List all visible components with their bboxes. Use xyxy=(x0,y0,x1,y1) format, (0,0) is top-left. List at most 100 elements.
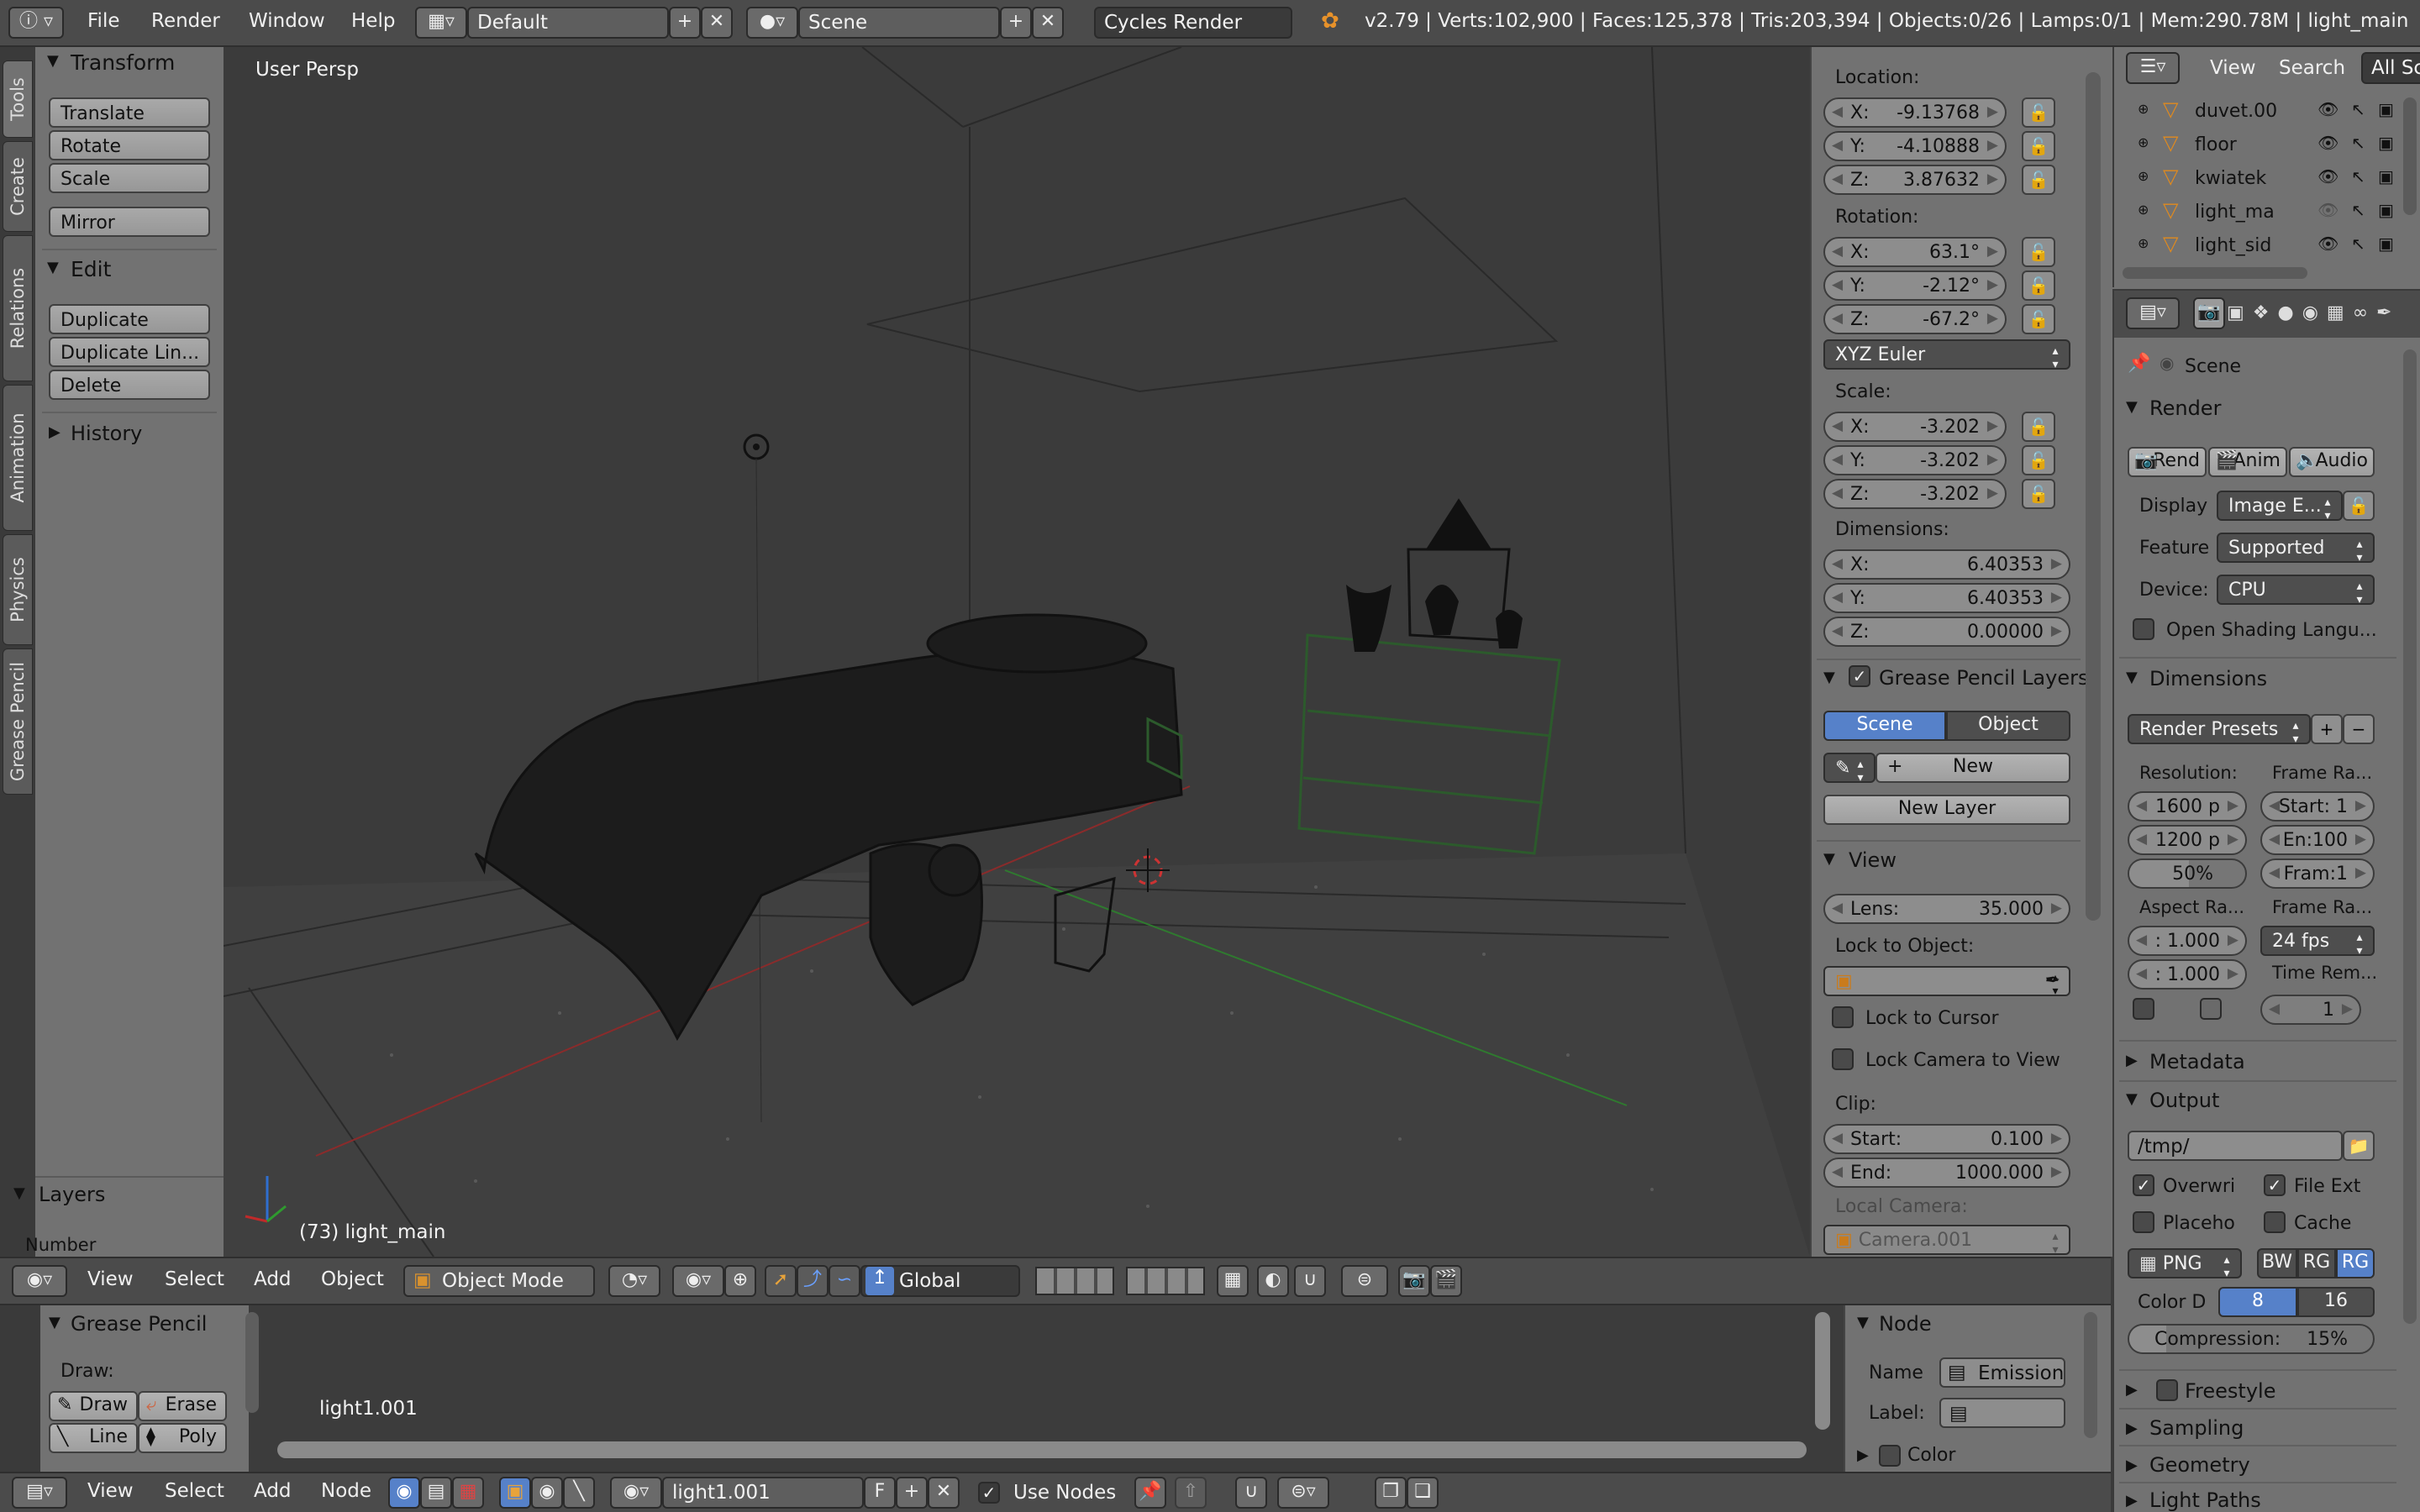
lock-interface-icon[interactable]: 🔓 xyxy=(2343,491,2375,521)
paste-nodes-icon[interactable]: ❑ xyxy=(1407,1477,1439,1509)
resolution-y-field[interactable]: ◀ 1200 p ▶ xyxy=(2128,825,2247,855)
node-menu-add[interactable]: Add xyxy=(254,1480,292,1502)
light-paths-panel-header[interactable]: Light Paths xyxy=(2149,1488,2261,1512)
node-h-scrollbar[interactable] xyxy=(277,1441,1807,1458)
lock-icon[interactable]: 🔓 xyxy=(2022,237,2055,267)
compression-slider[interactable]: Compression: 15% xyxy=(2128,1324,2375,1354)
context-tab-icons[interactable]: ▣❖●◉▦∞✒ xyxy=(2227,302,2400,323)
layout-name-field[interactable]: Default xyxy=(467,7,669,39)
crop-checkbox[interactable] xyxy=(2200,998,2222,1020)
expand-arrow-icon[interactable]: ▶ xyxy=(2126,1381,2138,1399)
collapse-arrow-icon[interactable]: ▼ xyxy=(47,259,59,276)
eyedropper-icon[interactable]: ✒ xyxy=(2045,970,2060,991)
edit-header[interactable]: Edit xyxy=(71,257,111,281)
file-format-select[interactable]: ▦ PNG xyxy=(2128,1248,2242,1278)
node-panel-header[interactable]: Node xyxy=(1879,1312,1932,1336)
manipulator-icon[interactable]: ⊕ xyxy=(724,1265,756,1297)
grease-pencil-layers-checkbox[interactable]: ✓ xyxy=(1849,665,1870,687)
location-x-field[interactable]: ◀ X: -9.13768 ▶ xyxy=(1823,97,2007,128)
outliner-menu-search[interactable]: Search xyxy=(2279,57,2345,79)
object-shader-icon[interactable]: ▣ xyxy=(499,1477,531,1509)
properties-scrollbar[interactable] xyxy=(2403,349,2417,1324)
gp-pencil-icon-select[interactable]: ✎ xyxy=(1823,753,1876,783)
gp-poly-button[interactable]: ⧫ Poly xyxy=(138,1423,227,1453)
rotation-y-field[interactable]: ◀ Y: -2.12° ▶ xyxy=(1823,270,2007,301)
menu-object[interactable]: Object xyxy=(321,1268,384,1290)
npanel-scrollbar[interactable] xyxy=(2086,72,2101,921)
folder-icon[interactable]: 📁 xyxy=(2343,1131,2375,1161)
mode-select[interactable]: ▣ Object Mode xyxy=(403,1265,595,1297)
collapse-arrow-icon[interactable]: ▼ xyxy=(1823,850,1835,868)
remove-layout-icon[interactable]: ✕ xyxy=(701,7,733,39)
scale-manipulator-icon[interactable]: ∽ xyxy=(829,1265,860,1297)
time-remap-field[interactable]: ◀ 1 ▶ xyxy=(2260,995,2361,1025)
collapse-arrow-icon[interactable]: ▼ xyxy=(2126,669,2138,686)
menu-add[interactable]: Add xyxy=(254,1268,292,1290)
material-browse-icon[interactable]: ◉▿ xyxy=(610,1477,662,1509)
tab-grease-pencil[interactable]: Grease Pencil xyxy=(3,648,33,795)
duplicate-linked-button[interactable]: Duplicate Lin... xyxy=(49,337,210,367)
depth-8-button[interactable]: 8 xyxy=(2218,1287,2297,1317)
lock-icon[interactable]: 🔓 xyxy=(2022,131,2055,161)
aspect-x-field[interactable]: ◀: 1.000 ▶ xyxy=(2128,926,2247,956)
gp-line-button[interactable]: ╲ Line xyxy=(49,1423,138,1453)
opengl-anim-icon[interactable]: 🎬 xyxy=(1430,1265,1462,1297)
grease-pencil-header[interactable]: Grease Pencil xyxy=(71,1312,207,1336)
menu-window[interactable]: Window xyxy=(249,10,325,32)
scene-name-field[interactable]: Scene xyxy=(798,7,1000,39)
gp-erase-button[interactable]: ⤶ Erase xyxy=(138,1391,227,1421)
layer-buttons-1[interactable] xyxy=(1035,1267,1114,1295)
outliner-row[interactable]: ⊕ ▽ light_ma 👁 ↖ ▣ xyxy=(2121,197,2411,228)
tab-physics[interactable]: Physics xyxy=(3,534,33,645)
node-editor-type-icon[interactable]: ▤▿ xyxy=(12,1477,67,1509)
remove-preset-icon[interactable]: − xyxy=(2343,714,2375,744)
local-camera-field[interactable]: ▣ Camera.001 xyxy=(1823,1225,2070,1255)
texture-tree-icon[interactable]: ▦ xyxy=(452,1477,484,1509)
metadata-panel-header[interactable]: Metadata xyxy=(2149,1050,2245,1074)
gp-scene-tab[interactable]: Scene xyxy=(1823,711,1946,741)
collapse-arrow-icon[interactable]: ▼ xyxy=(47,52,59,70)
display-select[interactable]: Image E... xyxy=(2217,491,2343,521)
rotate-manipulator-icon[interactable]: ⤴ xyxy=(797,1265,829,1297)
expand-arrow-icon[interactable]: ▶ xyxy=(2126,1457,2138,1474)
collapse-arrow-icon[interactable]: ▼ xyxy=(2126,398,2138,416)
dimensions-y-field[interactable]: ◀ Y: 6.40353 ▶ xyxy=(1823,583,2070,613)
node-sidebar-scrollbar[interactable] xyxy=(2084,1312,2097,1438)
editor-type-icon[interactable]: ◉▿ xyxy=(12,1265,67,1297)
snap-icon[interactable]: ∪ xyxy=(1235,1477,1267,1509)
dimensions-x-field[interactable]: ◀ X: 6.40353 ▶ xyxy=(1823,549,2070,580)
menu-render[interactable]: Render xyxy=(151,10,220,32)
tab-relations[interactable]: Relations xyxy=(3,235,33,381)
frame-rate-select[interactable]: 24 fps xyxy=(2260,926,2375,956)
scale-x-field[interactable]: ◀ X: -3.202 ▶ xyxy=(1823,412,2007,442)
freestyle-checkbox[interactable] xyxy=(2156,1379,2178,1401)
tab-animation[interactable]: Animation xyxy=(3,385,33,531)
outliner-h-scrollbar[interactable] xyxy=(2123,267,2307,279)
expand-arrow-icon[interactable]: ▶ xyxy=(2126,1492,2138,1509)
gp-draw-button[interactable]: ✎ Draw xyxy=(49,1391,138,1421)
aspect-y-field[interactable]: ◀: 1.000 ▶ xyxy=(2128,959,2247,990)
snap-toggle-icon[interactable]: ∪ xyxy=(1294,1265,1326,1297)
grease-pencil-layers-header[interactable]: Grease Pencil Layers xyxy=(1879,666,2088,690)
expand-arrow-icon[interactable]: ▶ xyxy=(49,423,60,441)
add-preset-icon[interactable]: + xyxy=(2311,714,2343,744)
output-path-field[interactable]: /tmp/ xyxy=(2128,1131,2343,1161)
file-extensions-checkbox[interactable]: ✓ xyxy=(2264,1174,2286,1196)
translate-button[interactable]: Translate xyxy=(49,97,210,128)
linestyle-shader-icon[interactable]: ╲ xyxy=(563,1477,595,1509)
scale-y-field[interactable]: ◀ Y: -3.202 ▶ xyxy=(1823,445,2007,475)
menu-select[interactable]: Select xyxy=(165,1268,224,1290)
frame-end-field[interactable]: ◀ En:100 ▶ xyxy=(2260,825,2375,855)
pivot-select[interactable]: ◉▿ xyxy=(672,1265,724,1297)
lock-icon[interactable]: 🔓 xyxy=(2022,97,2055,128)
render-audio-button[interactable]: 🔈 Audio xyxy=(2289,447,2375,477)
border-checkbox[interactable] xyxy=(2133,998,2154,1020)
lens-field[interactable]: ◀ Lens: 35.000 ▶ xyxy=(1823,894,2070,924)
layer-lock-icon[interactable]: ▦ xyxy=(1217,1265,1249,1297)
depth-16-button[interactable]: 16 xyxy=(2297,1287,2375,1317)
collapse-arrow-icon[interactable]: ▼ xyxy=(2126,1090,2138,1108)
cache-result-checkbox[interactable] xyxy=(2264,1211,2286,1233)
outliner-type-icon[interactable]: ☰▿ xyxy=(2126,52,2180,84)
rotation-z-field[interactable]: ◀ Z: -67.2° ▶ xyxy=(1823,304,2007,334)
render-animation-button[interactable]: 🎬 Anim xyxy=(2208,447,2287,477)
